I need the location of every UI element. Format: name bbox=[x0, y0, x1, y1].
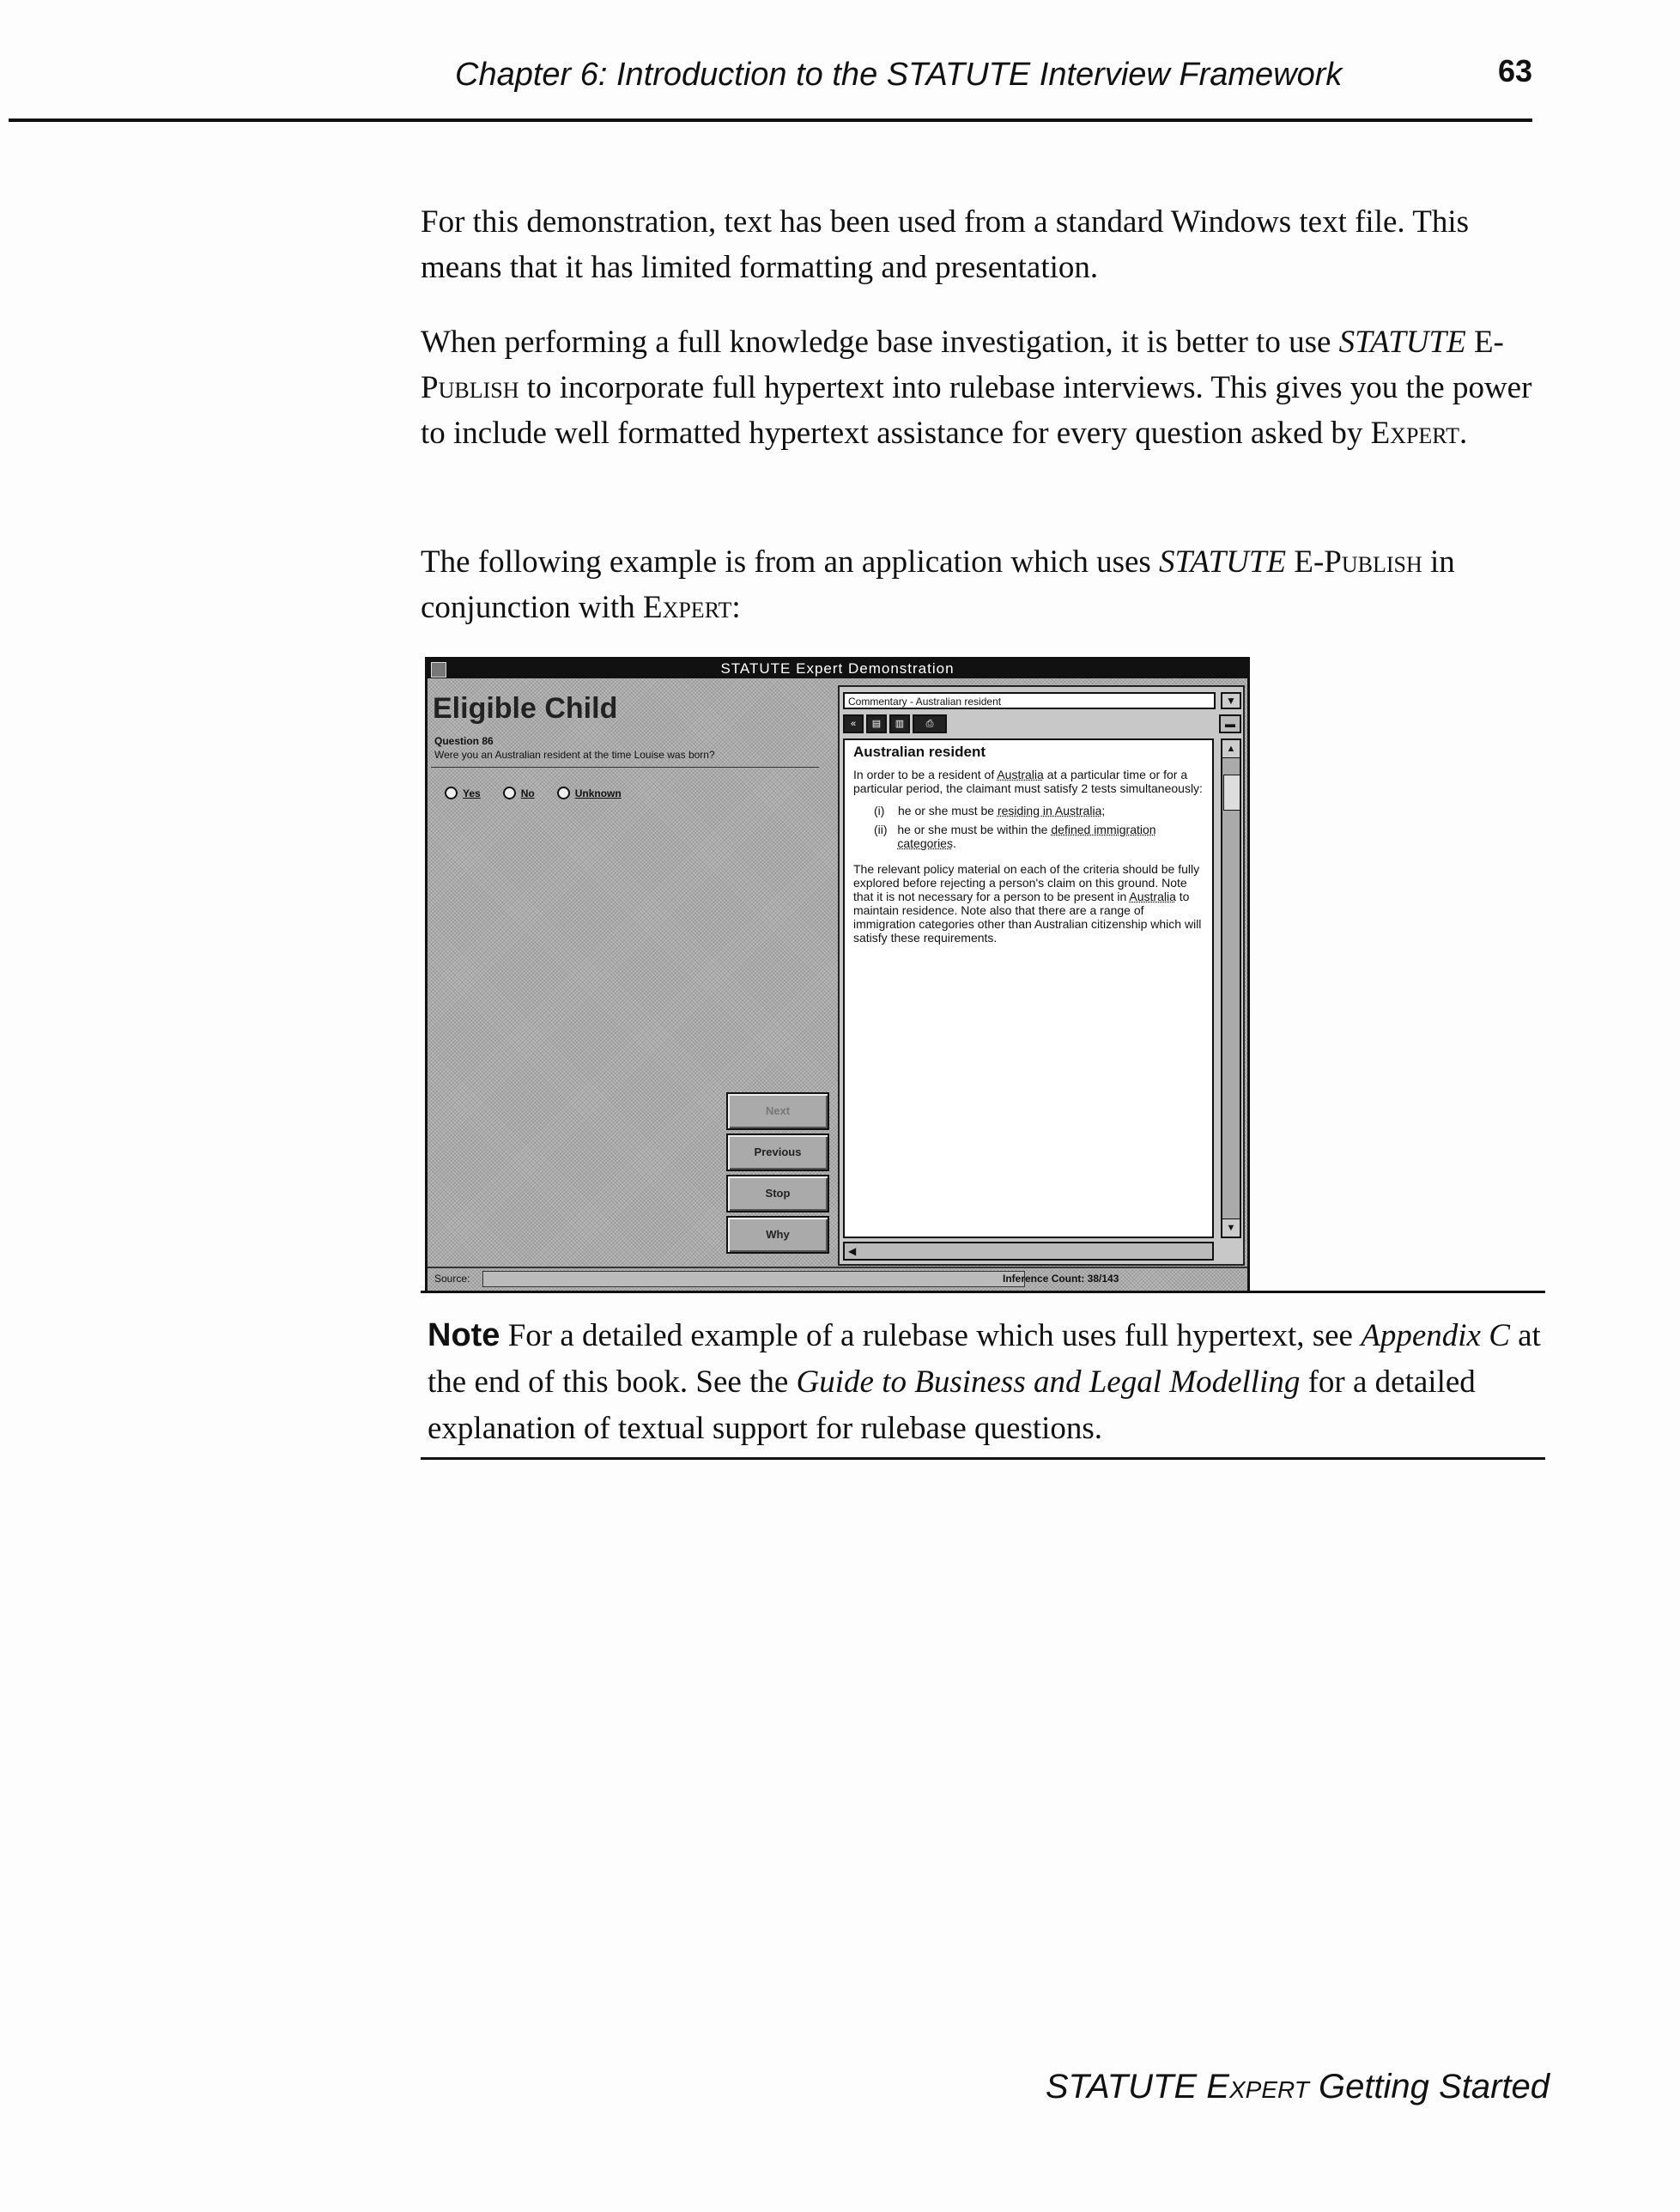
why-button[interactable]: Why bbox=[726, 1216, 829, 1254]
print-icon[interactable]: ⎙ bbox=[913, 714, 947, 733]
previous-button[interactable]: Previous bbox=[726, 1133, 829, 1171]
answer-options: Yes No Unknown bbox=[445, 787, 622, 799]
p3-statute: STATUTE bbox=[1159, 544, 1287, 580]
note-rule-top bbox=[421, 1291, 1545, 1293]
appendix-ref: Appendix C bbox=[1361, 1318, 1510, 1353]
p2-text-a: When performing a full knowledge base in… bbox=[421, 325, 1331, 360]
status-source-label: Source: bbox=[434, 1273, 470, 1285]
paragraph-2: When performing a full knowledge base in… bbox=[421, 319, 1537, 456]
chapter-title: Chapter 6: Introduction to the STATUTE I… bbox=[455, 57, 1343, 93]
contents-icon[interactable]: ▤ bbox=[866, 714, 887, 733]
scroll-up-icon[interactable]: ▲ bbox=[1222, 740, 1240, 758]
doc-body: The relevant policy material on each of … bbox=[853, 862, 1207, 945]
doc-intro-text: In order to be a resident of bbox=[853, 768, 995, 781]
item-text: he or she must be within the bbox=[897, 823, 1048, 836]
running-footer: STATUTE Expert Getting Started bbox=[1046, 2068, 1550, 2106]
item-number: (i) bbox=[874, 804, 885, 817]
answer-yes[interactable]: Yes bbox=[445, 787, 481, 799]
question-divider bbox=[431, 767, 819, 768]
item-end: ; bbox=[1101, 804, 1106, 817]
footer-statute: STATUTE bbox=[1045, 2068, 1198, 2106]
p3-expert: Expert bbox=[642, 590, 732, 625]
radio-icon bbox=[445, 787, 458, 799]
item-end: . bbox=[952, 836, 956, 850]
answer-unknown[interactable]: Unknown bbox=[556, 787, 622, 799]
p3-end: : bbox=[731, 590, 741, 625]
answer-yes-label: Yes bbox=[463, 787, 481, 799]
source-field bbox=[482, 1271, 1025, 1287]
item-number: (ii) bbox=[874, 823, 888, 836]
dropdown-arrow-icon[interactable]: ▼ bbox=[1221, 692, 1241, 709]
p2-end: . bbox=[1459, 416, 1468, 451]
hypertext-document: Australian resident In order to be a res… bbox=[843, 738, 1214, 1238]
list-item: (ii) he or she must be within the define… bbox=[874, 823, 1207, 850]
index-icon[interactable]: ▥ bbox=[889, 714, 910, 733]
answer-no[interactable]: No bbox=[502, 787, 535, 799]
australia-link[interactable]: Australia bbox=[1129, 890, 1175, 903]
window-titlebar: STATUTE Expert Demonstration bbox=[428, 659, 1247, 678]
note-rule-bottom bbox=[421, 1457, 1545, 1460]
doc-title: Australian resident bbox=[853, 744, 986, 760]
close-icon[interactable]: ▬ bbox=[1219, 714, 1241, 733]
p3-epublish: E-Publish bbox=[1294, 544, 1422, 580]
footer-expert: Expert bbox=[1206, 2068, 1309, 2106]
scroll-thumb[interactable] bbox=[1223, 775, 1240, 811]
radio-icon bbox=[556, 787, 570, 799]
item-text: he or she must be bbox=[898, 804, 995, 817]
note-text-a: For a detailed example of a rulebase whi… bbox=[507, 1318, 1353, 1353]
status-bar: Source: Inference Count: 38/143 bbox=[428, 1267, 1247, 1291]
page-number: 63 bbox=[1497, 53, 1532, 88]
scroll-down-icon[interactable]: ▼ bbox=[1222, 1218, 1240, 1237]
answer-no-label: No bbox=[520, 787, 535, 799]
guide-ref: Guide to Business and Legal Modelling bbox=[796, 1364, 1301, 1400]
header-rule bbox=[9, 118, 1532, 122]
paragraph-1: For this demonstration, text has been us… bbox=[421, 204, 1470, 285]
note-label: Note bbox=[428, 1317, 500, 1353]
list-item: (i) he or she must be residing in Austra… bbox=[874, 804, 1207, 817]
question-heading: Eligible Child bbox=[433, 692, 618, 725]
window-title: STATUTE Expert Demonstration bbox=[720, 660, 955, 677]
system-menu-icon[interactable] bbox=[431, 662, 446, 678]
question-number: Question 86 bbox=[434, 735, 494, 747]
hypertext-pane: Commentary - Australian resident ▼ « ▤ ▥… bbox=[838, 685, 1245, 1266]
commentary-combo[interactable]: Commentary - Australian resident bbox=[843, 692, 1216, 709]
radio-icon bbox=[502, 787, 516, 799]
hypertext-toolbar: « ▤ ▥ ⎙ bbox=[843, 714, 947, 733]
p2-expert: Expert bbox=[1370, 416, 1459, 451]
note-box: Note For a detailed example of a rulebas… bbox=[428, 1312, 1544, 1452]
residing-link[interactable]: residing in Australia bbox=[998, 804, 1101, 817]
demo-window-screenshot: STATUTE Expert Demonstration Eligible Ch… bbox=[425, 657, 1250, 1293]
paragraph-3: The following example is from an applica… bbox=[421, 539, 1537, 630]
scroll-left-icon[interactable]: ◀ bbox=[845, 1245, 856, 1257]
inference-count: Inference Count: 38/143 bbox=[1003, 1273, 1119, 1285]
question-text: Were you an Australian resident at the t… bbox=[434, 749, 715, 761]
australia-link[interactable]: Australia bbox=[997, 768, 1043, 781]
p2-statute: STATUTE bbox=[1338, 325, 1466, 360]
stop-button[interactable]: Stop bbox=[726, 1175, 829, 1212]
p3-text-a: The following example is from an applica… bbox=[421, 544, 1151, 580]
footer-rest: Getting Started bbox=[1318, 2068, 1550, 2106]
running-header: Chapter 6: Introduction to the STATUTE I… bbox=[455, 53, 1532, 94]
p2-text-b: to incorporate full hypertext into ruleb… bbox=[421, 370, 1532, 451]
vertical-scrollbar[interactable]: ▲ ▼ bbox=[1221, 738, 1241, 1238]
back-icon[interactable]: « bbox=[843, 714, 864, 733]
answer-unknown-label: Unknown bbox=[574, 787, 622, 799]
next-button[interactable]: Next bbox=[726, 1092, 829, 1130]
doc-intro: In order to be a resident of Australia a… bbox=[853, 768, 1207, 795]
horizontal-scrollbar[interactable]: ◀ bbox=[843, 1242, 1214, 1261]
